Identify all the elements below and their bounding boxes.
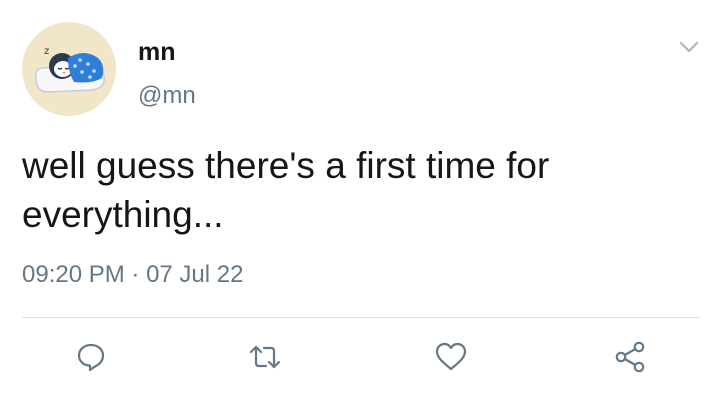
user-handle[interactable]: @mn: [138, 82, 196, 110]
tweet-card: z mn @mn well guess there's a first time…: [0, 0, 720, 412]
heart-icon: [435, 342, 467, 371]
chevron-down-icon[interactable]: [678, 36, 700, 58]
tweet-date: 07 Jul 22: [146, 261, 244, 288]
avatar[interactable]: z: [22, 22, 116, 116]
reply-button[interactable]: [73, 339, 109, 375]
tweet-text: well guess there's a first time for ever…: [22, 145, 550, 235]
retweet-button[interactable]: [247, 339, 283, 375]
share-icon: [615, 341, 645, 373]
meta-separator: ·: [124, 261, 147, 288]
comment-icon: [77, 343, 105, 372]
like-button[interactable]: [433, 339, 469, 375]
svg-text:z: z: [44, 46, 49, 57]
sleeping-penguin-avatar-icon: z: [22, 22, 116, 116]
display-name[interactable]: mn: [138, 38, 176, 67]
tweet-timestamp: 09:20 PM · 07 Jul 22: [22, 261, 243, 289]
share-button[interactable]: [612, 339, 648, 375]
retweet-icon: [249, 345, 281, 369]
tweet-time: 09:20 PM: [22, 261, 125, 288]
divider: [22, 317, 700, 318]
